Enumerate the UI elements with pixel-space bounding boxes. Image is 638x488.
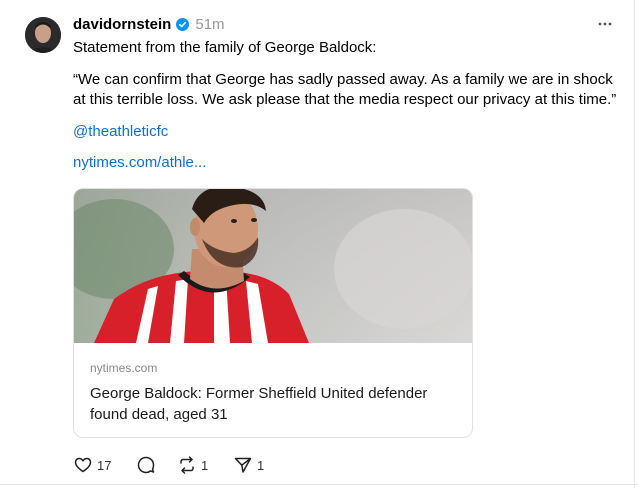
reply-button[interactable] [136, 454, 156, 476]
repost-icon [180, 456, 194, 474]
link-preview-domain: nytimes.com [90, 361, 158, 375]
comment-icon [137, 456, 155, 474]
link-preview-card[interactable]: nytimes.com George Baldock: Former Sheff… [73, 188, 473, 438]
like-button[interactable]: 17 [73, 454, 111, 476]
like-count: 17 [97, 457, 112, 473]
post-header: davidornstein 51m [73, 14, 225, 34]
link-preview-title: George Baldock: Former Sheffield United … [90, 385, 428, 423]
post-timestamp[interactable]: 51m [195, 16, 224, 33]
share-count: 1 [257, 457, 265, 473]
link-preview-image [74, 189, 472, 343]
post-text-intro: Statement from the family of George Bald… [73, 39, 377, 56]
share-button[interactable]: 1 [233, 454, 264, 476]
heart-icon [74, 457, 92, 473]
post-quote-line-1: “We can confirm that George has sadly pa… [73, 71, 613, 88]
post-quote-line-2: at this terrible loss. We ask please tha… [73, 91, 617, 108]
username[interactable]: davidornstein [73, 16, 171, 33]
send-icon [234, 457, 252, 473]
bottom-border [0, 484, 638, 485]
mention-link[interactable]: @theathleticfc [73, 122, 168, 142]
article-url-link[interactable]: nytimes.com/athle... [73, 153, 206, 173]
verified-badge-icon [176, 17, 190, 31]
avatar-photo [25, 17, 61, 53]
right-border [634, 0, 635, 488]
repost-count: 1 [201, 457, 209, 473]
avatar[interactable] [25, 17, 61, 53]
repost-button[interactable]: 1 [177, 454, 208, 476]
more-options-icon[interactable] [597, 16, 613, 32]
